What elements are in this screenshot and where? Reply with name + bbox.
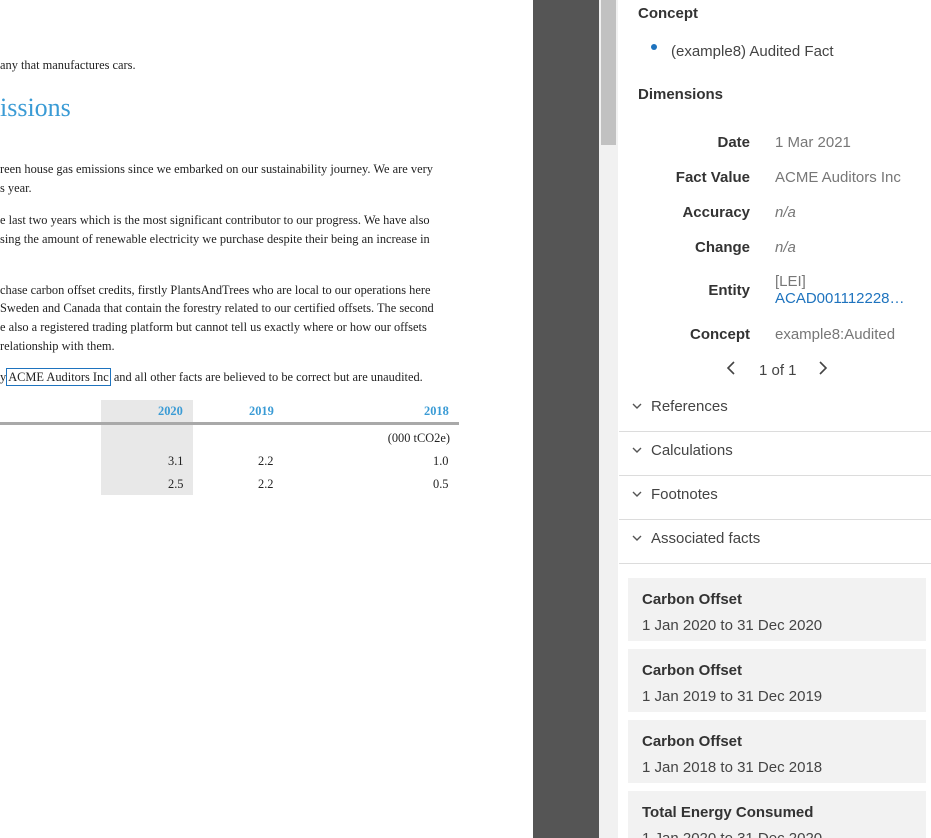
section-label: Associated facts: [651, 530, 761, 547]
fact-title: Carbon Offset: [642, 591, 743, 608]
paragraph-line: e also a registered trading platform but…: [0, 320, 427, 334]
paragraph-line: sing the amount of renewable electricity…: [0, 232, 430, 246]
paragraph-line: s year.: [0, 181, 32, 195]
section-label: Calculations: [651, 442, 733, 459]
table-cell[interactable]: 2.2: [258, 454, 274, 469]
paragraph-line: e last two years which is the most signi…: [0, 213, 430, 227]
table-cell[interactable]: 2.5: [168, 477, 184, 492]
dim-value-fact-value: ACME Auditors Inc: [775, 169, 901, 186]
associated-fact-card[interactable]: Total Energy Consumed 1 Jan 2020 to 31 D…: [628, 791, 926, 838]
dim-label-date: Date: [717, 134, 750, 151]
next-fact-button[interactable]: [818, 360, 828, 381]
pager-status: 1 of 1: [759, 362, 797, 379]
dim-value-date: 1 Mar 2021: [775, 134, 851, 151]
paragraph-line: relationship with them.: [0, 339, 115, 353]
fact-title: Carbon Offset: [642, 733, 743, 750]
prev-fact-button[interactable]: [726, 360, 736, 381]
highlighted-fact[interactable]: ACME Auditors Inc: [6, 368, 111, 386]
dim-label-concept: Concept: [690, 326, 750, 343]
entity-scheme: [LEI]: [775, 273, 806, 290]
audit-suffix: and all other facts are believed to be c…: [113, 370, 423, 384]
associated-fact-card[interactable]: Carbon Offset 1 Jan 2019 to 31 Dec 2019: [628, 649, 926, 712]
fact-inspector: Concept (example8) Audited Fact Dimensio…: [619, 0, 931, 838]
chevron-right-icon: [819, 361, 828, 375]
chevron-left-icon: [726, 361, 735, 375]
audit-line: y ACME Auditors Inc and all other facts a…: [0, 368, 423, 386]
dim-value-entity: [LEI] ACAD001112228…: [775, 273, 905, 307]
entity-link[interactable]: ACAD001112228…: [775, 290, 905, 307]
chevron-down-icon: [632, 400, 642, 414]
dimensions-title: Dimensions: [638, 86, 724, 103]
chevron-down-icon: [632, 488, 642, 502]
section-calculations[interactable]: Calculations: [619, 431, 931, 476]
table-cell[interactable]: 1.0: [433, 454, 449, 469]
fact-period: 1 Jan 2020 to 31 Dec 2020: [642, 617, 823, 634]
table-cell[interactable]: 2.2: [258, 477, 274, 492]
dim-label-entity: Entity: [708, 282, 750, 299]
dim-value-concept: example8:Audited: [775, 326, 896, 343]
paragraph-line: chase carbon offset credits, firstly Pla…: [0, 283, 431, 297]
fact-title: Total Energy Consumed: [642, 804, 814, 821]
table-header-2018[interactable]: 2018: [424, 404, 449, 419]
table-unit: (000 tCO2e): [387, 431, 450, 445]
pane-splitter[interactable]: [533, 0, 599, 838]
associated-fact-card[interactable]: Carbon Offset 1 Jan 2020 to 31 Dec 2020: [628, 578, 926, 641]
table-cell[interactable]: 0.5: [433, 477, 449, 492]
table-cell[interactable]: 3.1: [168, 454, 184, 469]
inspector-scrollbar-thumb[interactable]: [601, 0, 616, 145]
fact-period: 1 Jan 2018 to 31 Dec 2018: [642, 759, 823, 776]
associated-fact-card[interactable]: Carbon Offset 1 Jan 2018 to 31 Dec 2018: [628, 720, 926, 783]
dim-label-accuracy: Accuracy: [682, 204, 750, 221]
intro-text: any that manufactures cars.: [0, 58, 136, 72]
section-references[interactable]: References: [619, 387, 931, 432]
dim-value-change: n/a: [775, 239, 796, 256]
table-header-2020[interactable]: 2020: [158, 404, 183, 419]
section-heading: issions: [0, 93, 71, 122]
fact-period: 1 Jan 2019 to 31 Dec 2019: [642, 688, 823, 705]
paragraph-line: reen house gas emissions since we embark…: [0, 162, 433, 176]
section-footnotes[interactable]: Footnotes: [619, 475, 931, 520]
chevron-down-icon: [632, 444, 642, 458]
dim-label-fact-value: Fact Value: [675, 169, 750, 186]
concept-title: Concept: [638, 5, 698, 22]
table-header-2019[interactable]: 2019: [249, 404, 274, 419]
section-label: Footnotes: [651, 486, 718, 503]
fact-title: Carbon Offset: [642, 662, 743, 679]
table-rule: [0, 422, 459, 425]
dim-value-accuracy: n/a: [775, 204, 796, 221]
bullet-icon: [651, 44, 657, 50]
concept-value: (example8) Audited Fact: [671, 43, 834, 60]
document-viewer: any that manufactures cars. issions reen…: [0, 0, 533, 838]
fact-period: 1 Jan 2020 to 31 Dec 2020: [642, 830, 822, 838]
section-associated-facts[interactable]: Associated facts: [619, 519, 931, 564]
paragraph-line: Sweden and Canada that contain the fores…: [0, 301, 434, 315]
dim-label-change: Change: [694, 239, 750, 256]
chevron-down-icon: [632, 532, 642, 546]
section-label: References: [651, 398, 728, 415]
